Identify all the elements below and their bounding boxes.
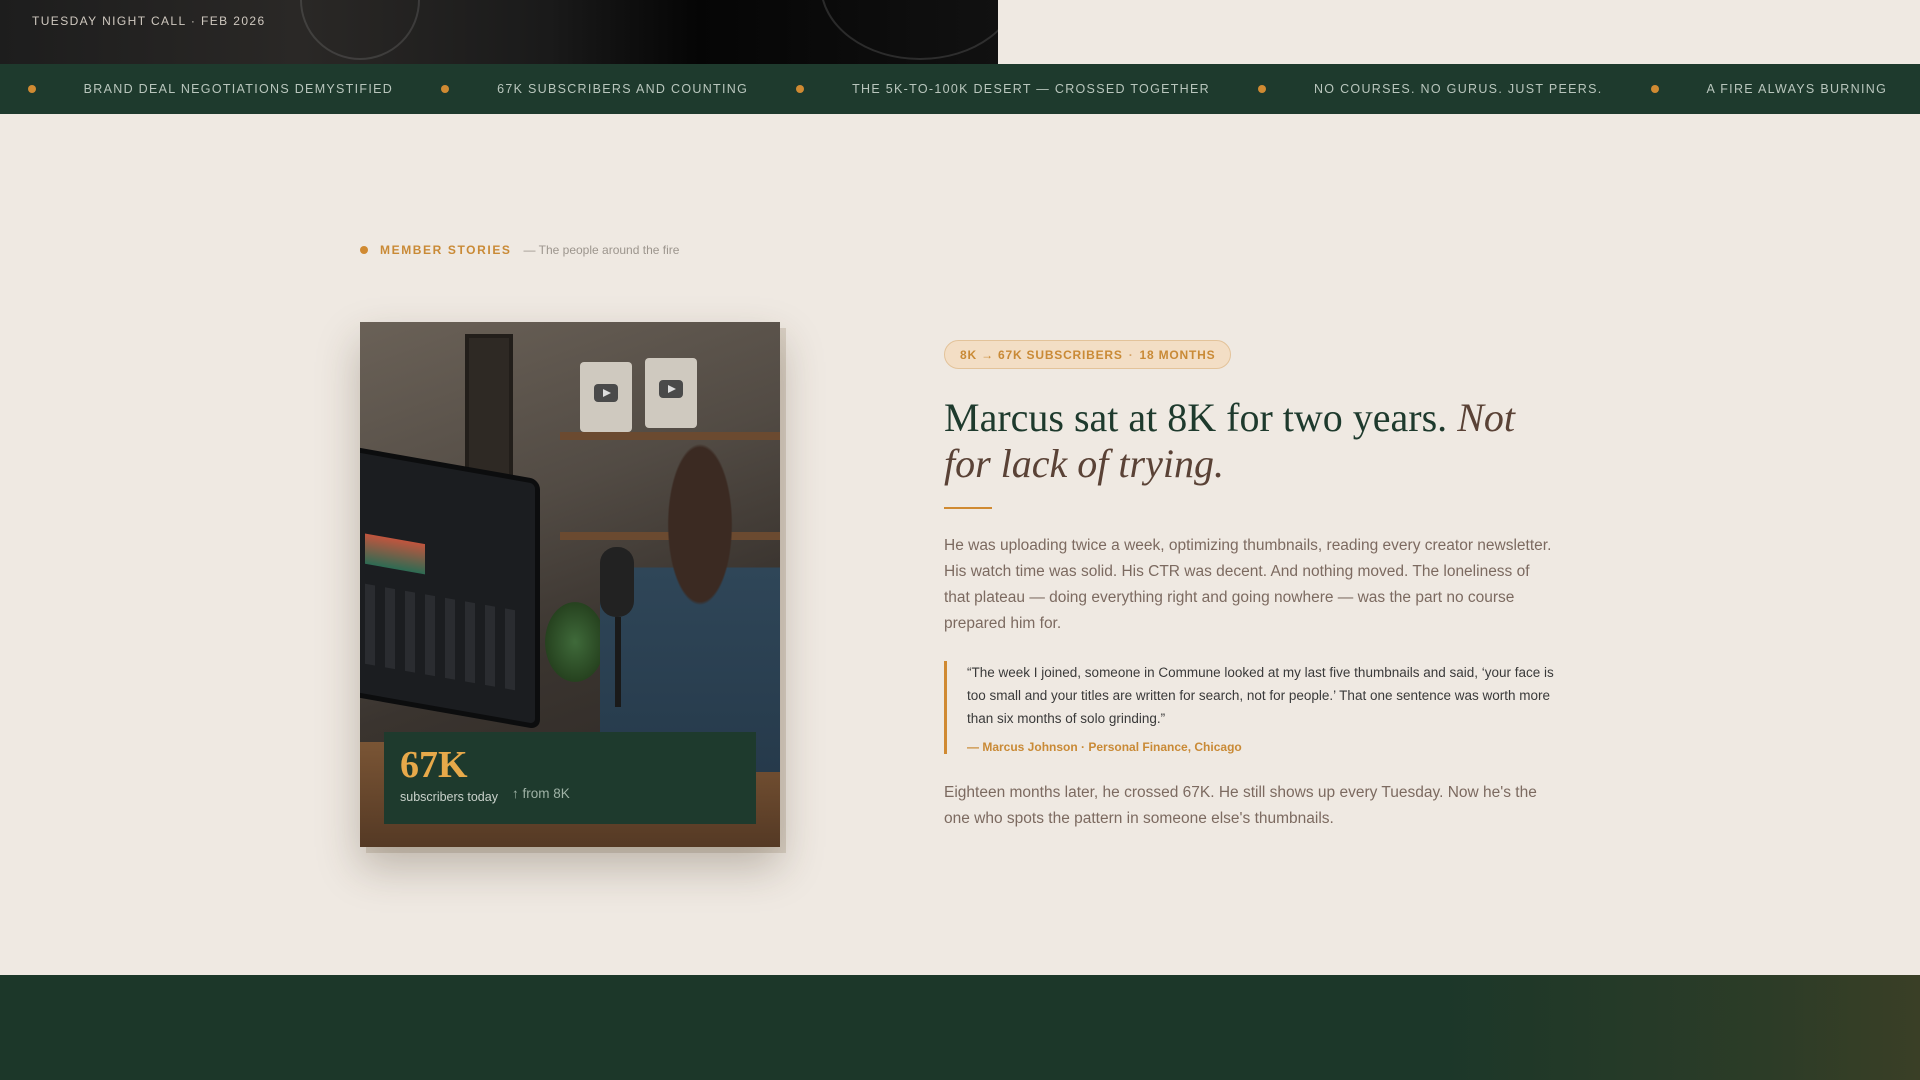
marquee-dot: [1650, 85, 1659, 93]
growth-pill: 8K → 67K SUBSCRIBERS · 18 MONTHS: [944, 340, 1232, 369]
marquee-dot: [796, 85, 805, 93]
subscriber-stat-box: 67K subscribers today ↑ from 8K: [384, 732, 756, 824]
mic-arm: [615, 617, 621, 707]
section-eyebrow: MEMBER STORIES — The people around the f…: [360, 243, 679, 257]
eyebrow-subtitle: — The people around the fire: [523, 243, 680, 257]
monitor-chart: [365, 513, 425, 575]
pill-duration: 18 MONTHS: [1139, 347, 1216, 362]
marquee-item: NO COURSES. NO GURUS. JUST PEERS.: [1313, 82, 1603, 96]
quote-text: “The week I joined, someone in Commune l…: [967, 665, 1554, 726]
play-button-plaque-icon: [645, 358, 697, 428]
story-headline: Marcus sat at 8K for two years. Not for …: [944, 395, 1558, 487]
story-column: 8K → 67K SUBSCRIBERS · 18 MONTHS Marcus …: [944, 340, 1558, 832]
marquee-dot: [441, 85, 450, 93]
stat-value: 67K: [400, 744, 468, 786]
marquee-item: 67K SUBSCRIBERS AND COUNTING: [497, 82, 749, 96]
stat-label: subscribers today: [400, 790, 498, 804]
play-button-plaque-icon: [580, 362, 632, 432]
plant: [545, 602, 605, 682]
microphone-icon: [600, 547, 634, 617]
quote-attribution: — Marcus Johnson · Personal Finance, Chi…: [967, 740, 1242, 754]
hero-caption: TUESDAY NIGHT CALL · FEB 2026: [32, 14, 266, 28]
eyebrow-dot: [360, 246, 368, 254]
marquee-band: Y BRAND DEAL NEGOTIATIONS DEMYSTIFIED 67…: [0, 64, 1920, 114]
stat-from: ↑ from 8K: [512, 786, 570, 801]
accent-rule: [944, 507, 992, 509]
marquee-item: BRAND DEAL NEGOTIATIONS DEMYSTIFIED: [83, 82, 394, 96]
next-section-band: [0, 975, 1920, 1080]
marquee-item: A FIRE ALWAYS BURNING: [1706, 82, 1888, 96]
shelf: [560, 432, 780, 440]
member-quote: “The week I joined, someone in Commune l…: [944, 661, 1558, 754]
eyebrow-label: MEMBER STORIES: [380, 243, 512, 257]
headline-plain: Marcus sat at 8K for two years.: [944, 395, 1448, 440]
marquee-track: Y BRAND DEAL NEGOTIATIONS DEMYSTIFIED 67…: [0, 64, 1920, 114]
hero-image-strip: TUESDAY NIGHT CALL · FEB 2026: [0, 0, 998, 64]
member-photo-card: 67K subscribers today ↑ from 8K: [360, 322, 780, 847]
story-paragraph: Eighteen months later, he crossed 67K. H…: [944, 784, 1537, 827]
pill-range: 8K → 67K SUBSCRIBERS: [960, 347, 1123, 362]
monitor: [360, 444, 540, 730]
pill-separator: ·: [1128, 347, 1134, 362]
marquee-item: THE 5K-TO-100K DESERT — CROSSED TOGETHER: [852, 82, 1210, 96]
story-paragraph: He was uploading twice a week, optimizin…: [944, 537, 1552, 632]
monitor-dashboard: [365, 583, 515, 691]
marquee-dot: [1257, 85, 1266, 93]
marquee-dot: [27, 85, 36, 93]
